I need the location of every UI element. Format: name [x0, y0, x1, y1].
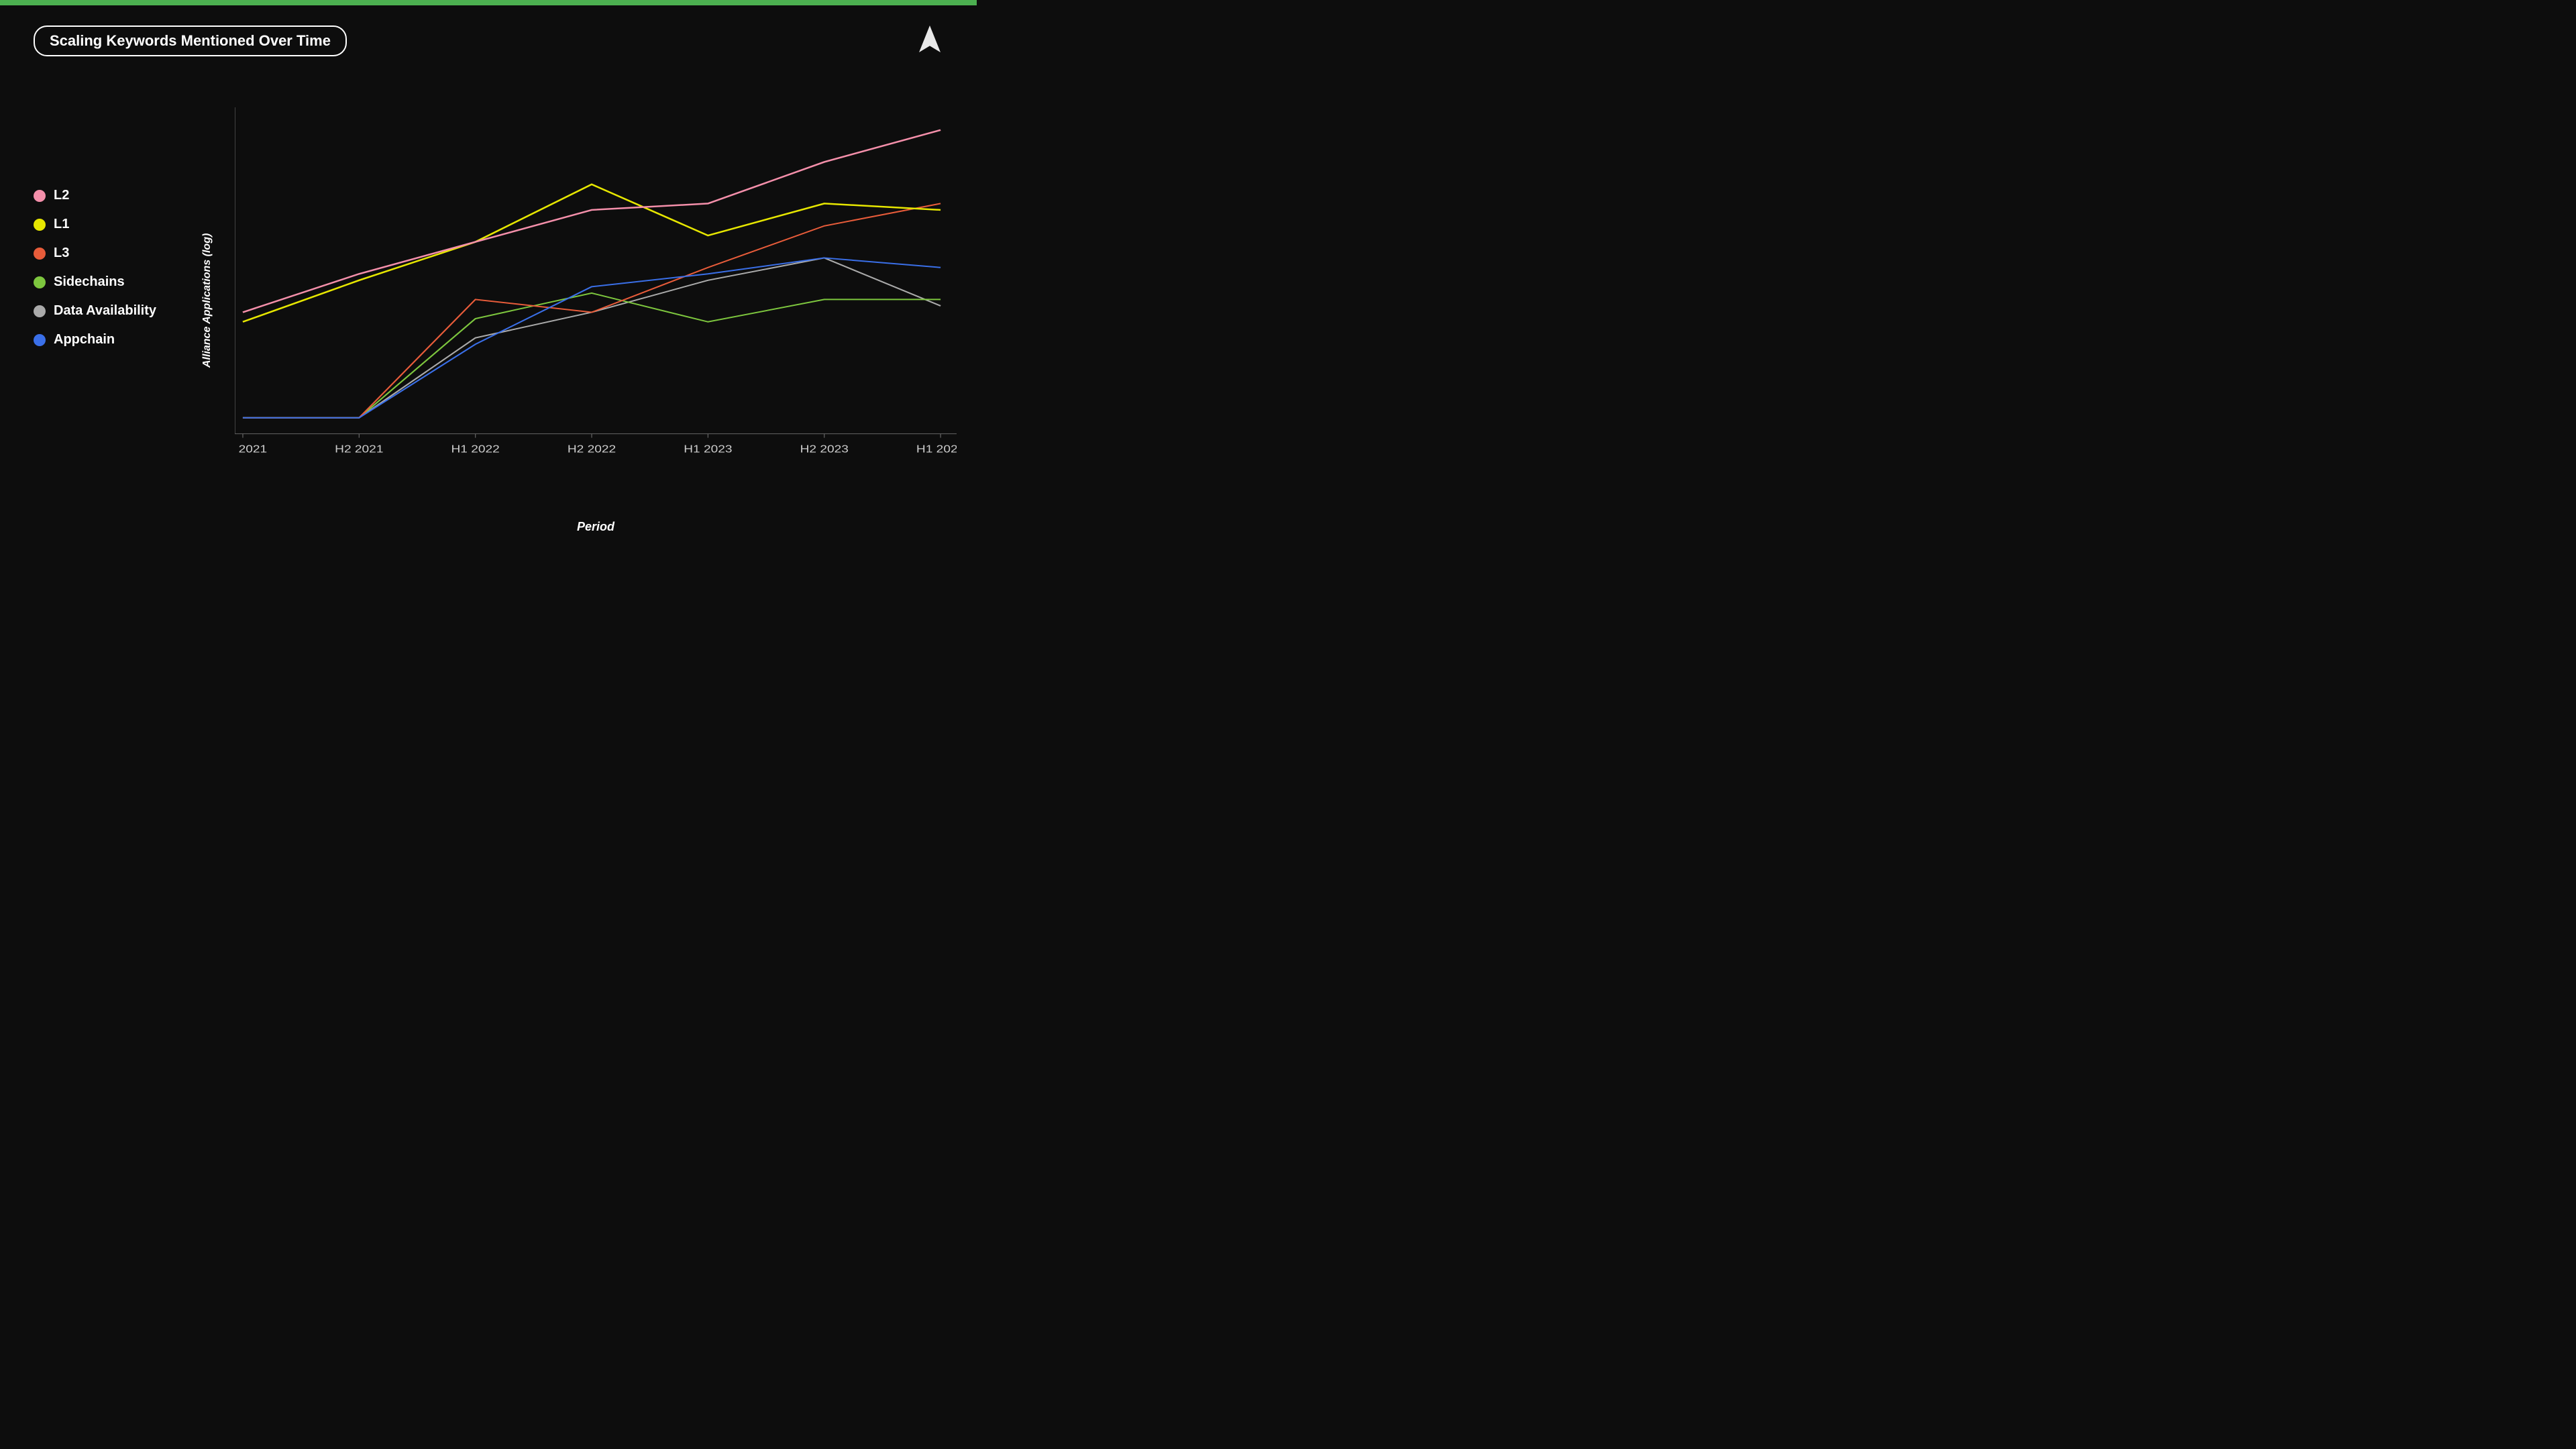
svg-text:H2 2021: H2 2021 — [335, 443, 383, 455]
legend-label-l1: L1 — [54, 217, 69, 232]
chart-svg: H1 2021 H2 2021 H1 2022 H2 2022 H1 2023 H2 20… — [235, 107, 957, 494]
legend-item-dataavailability: Data Availability — [34, 303, 156, 319]
x-axis-label: Period — [235, 520, 957, 534]
legend-label-l3: L3 — [54, 246, 69, 261]
svg-text:H1 2021: H1 2021 — [235, 443, 267, 455]
y-axis-label: Alliance Applications (log) — [201, 107, 213, 494]
chart-area: Alliance Applications (log) Period L2 L1… — [0, 67, 977, 547]
chart-container: H1 2021 H2 2021 H1 2022 H2 2022 H1 2023 H2 20… — [235, 107, 957, 494]
legend-label-appchain: Appchain — [54, 332, 115, 347]
legend-dot-sidechains — [34, 276, 46, 288]
top-bar — [0, 0, 977, 5]
series-l3 — [243, 203, 941, 417]
legend-item-l2: L2 — [34, 188, 156, 203]
legend-dot-dataavailability — [34, 305, 46, 317]
title-box: Scaling Keywords Mentioned Over Time — [34, 25, 347, 56]
svg-text:H1 2024: H1 2024 — [916, 443, 957, 455]
legend-item-l3: L3 — [34, 246, 156, 261]
legend-dot-l3 — [34, 248, 46, 260]
legend-dot-l1 — [34, 219, 46, 231]
legend-label-sidechains: Sidechains — [54, 274, 125, 290]
svg-text:H1 2022: H1 2022 — [451, 443, 500, 455]
legend: L2 L1 L3 Sidechains Data Availability Ap… — [34, 188, 156, 347]
legend-item-l1: L1 — [34, 217, 156, 232]
legend-label-l2: L2 — [54, 188, 69, 203]
series-l1 — [243, 184, 941, 322]
series-appchain — [243, 258, 941, 417]
legend-label-dataavailability: Data Availability — [54, 303, 156, 319]
svg-text:H1 2023: H1 2023 — [684, 443, 732, 455]
logo-icon — [916, 25, 943, 52]
legend-dot-appchain — [34, 334, 46, 346]
svg-text:H2 2022: H2 2022 — [568, 443, 616, 455]
chart-title: Scaling Keywords Mentioned Over Time — [50, 32, 331, 49]
svg-text:H2 2023: H2 2023 — [800, 443, 849, 455]
legend-item-sidechains: Sidechains — [34, 274, 156, 290]
legend-item-appchain: Appchain — [34, 332, 156, 347]
legend-dot-l2 — [34, 190, 46, 202]
series-dataavailability — [243, 258, 941, 417]
